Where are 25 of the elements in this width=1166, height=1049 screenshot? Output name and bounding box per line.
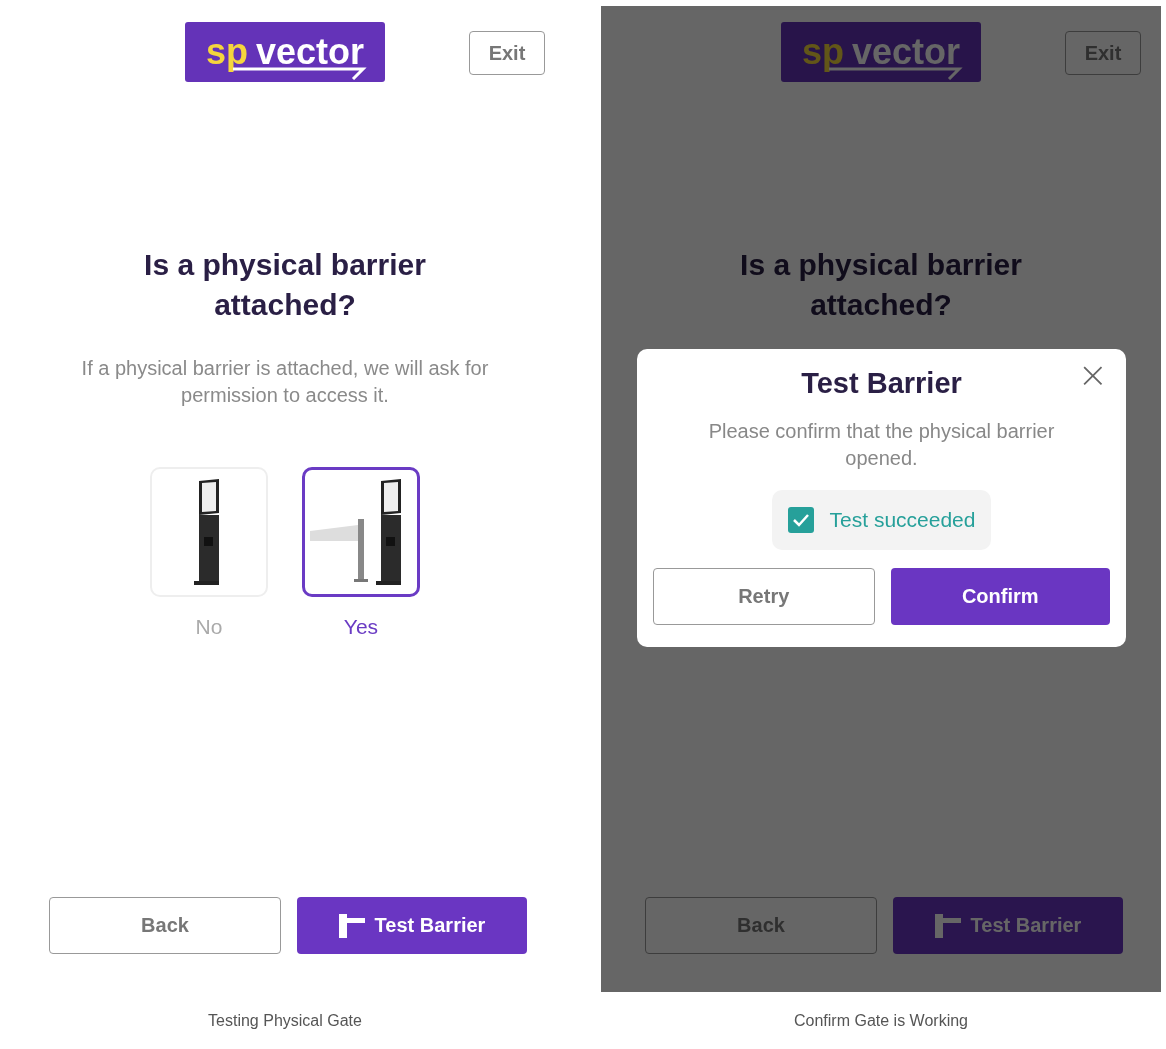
test-barrier-button[interactable]: Test Barrier bbox=[893, 897, 1123, 954]
page-title: Is a physical barrier attached? bbox=[739, 247, 1023, 323]
option-label: Yes bbox=[343, 615, 379, 639]
exit-button[interactable]: Exit bbox=[469, 31, 545, 75]
close-button[interactable]: × bbox=[1073, 357, 1112, 393]
checkbox-row[interactable]: Test succeeded bbox=[771, 490, 992, 550]
dialog-title: Test Barrier bbox=[801, 367, 962, 400]
confirm-button[interactable]: Confirm bbox=[890, 568, 1110, 625]
caption: Confirm Gate is Working bbox=[794, 1012, 968, 1030]
check-icon bbox=[791, 513, 810, 527]
logo: sp vector bbox=[185, 22, 385, 82]
checkbox[interactable] bbox=[787, 507, 814, 533]
option-label: No bbox=[195, 615, 223, 639]
retry-button[interactable]: Retry bbox=[653, 568, 875, 625]
dialog-message: Please confirm that the physical barrier opened. bbox=[707, 419, 1056, 471]
back-button[interactable]: Back bbox=[49, 897, 281, 954]
page-title: Is a physical barrier attached? bbox=[143, 247, 427, 323]
door-handle-icon bbox=[338, 913, 365, 938]
option-card[interactable] bbox=[302, 467, 420, 597]
door-handle-icon bbox=[934, 913, 961, 938]
page-description: If a physical barrier is attached, we will ask for permission to access it. bbox=[80, 356, 490, 408]
checkbox-label: Test succeeded bbox=[829, 508, 976, 532]
logo: sp vector bbox=[781, 22, 981, 82]
test-barrier-button[interactable]: Test Barrier bbox=[297, 897, 527, 954]
caption: Testing Physical Gate bbox=[208, 1012, 362, 1030]
